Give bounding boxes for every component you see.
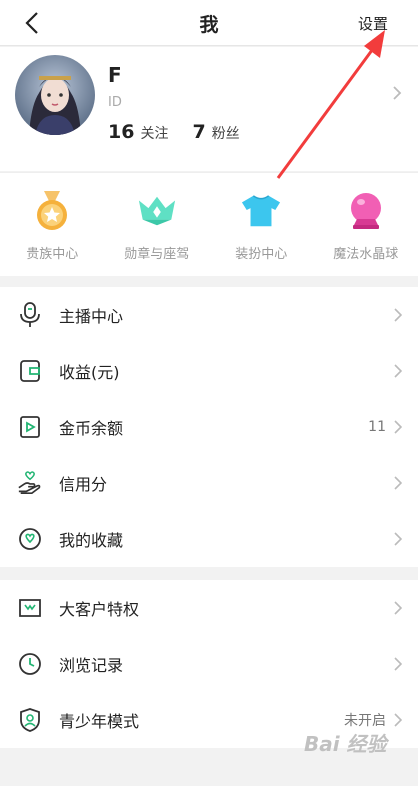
- chevron-right-icon: [394, 476, 402, 490]
- chevron-right-icon: [393, 86, 402, 100]
- following-label[interactable]: 关注: [140, 123, 168, 143]
- chevron-right-icon: [394, 532, 402, 546]
- crown-icon: [137, 191, 177, 231]
- settings-button[interactable]: 设置: [358, 13, 388, 34]
- wallet-icon: [17, 358, 43, 384]
- coin-balance-value: 11: [368, 419, 386, 435]
- redacted-name: [128, 59, 228, 83]
- quick-label: 装扮中心: [235, 247, 288, 262]
- shield-user-icon: [17, 707, 43, 733]
- menu-label: 信用分: [59, 475, 108, 494]
- crystal-ball-icon: [346, 191, 386, 231]
- watermark: Bai 经验: [304, 732, 387, 756]
- menu-label: 主播中心: [59, 307, 124, 326]
- follow-stats: 16 关注 7 粉丝: [108, 121, 264, 143]
- menu-item-history[interactable]: 浏览记录: [0, 636, 418, 692]
- microphone-icon: [17, 302, 43, 328]
- quick-item-noble-center[interactable]: 贵族中心: [0, 173, 105, 276]
- avatar[interactable]: [15, 55, 95, 135]
- heart-circle-icon: [17, 526, 43, 552]
- menu-item-earnings[interactable]: 收益(元): [0, 343, 418, 399]
- menu-item-favorites[interactable]: 我的收藏: [0, 511, 418, 567]
- menu-item-coin-balance[interactable]: 金币余额 11: [0, 399, 418, 455]
- teen-mode-status: 未开启: [344, 713, 386, 729]
- redacted-id: [128, 93, 218, 111]
- clock-icon: [17, 651, 43, 677]
- fans-count[interactable]: 7: [192, 121, 205, 143]
- quick-item-medals-mounts[interactable]: 勋章与座驾: [105, 173, 210, 276]
- page-title: 我: [199, 14, 219, 36]
- hand-heart-icon: [17, 470, 43, 496]
- chevron-right-icon: [394, 601, 402, 615]
- menu-label: 收益(元): [59, 363, 120, 382]
- menu-label: 我的收藏: [59, 531, 124, 550]
- menu-item-vip-privileges[interactable]: 大客户特权: [0, 580, 418, 636]
- user-name: F: [108, 63, 122, 87]
- top-bar: 我 设置: [0, 0, 418, 46]
- following-count[interactable]: 16: [108, 121, 134, 143]
- quick-label: 贵族中心: [26, 247, 79, 262]
- chevron-right-icon: [394, 420, 402, 434]
- menu-label: 浏览记录: [59, 656, 124, 675]
- fans-label[interactable]: 粉丝: [212, 123, 240, 143]
- tshirt-icon: [241, 191, 281, 231]
- menu-label: 大客户特权: [59, 600, 140, 619]
- chevron-right-icon: [394, 713, 402, 727]
- profile-card[interactable]: F ID 16 关注 7 粉丝: [0, 47, 418, 171]
- quick-item-crystal-ball[interactable]: 魔法水晶球: [314, 173, 418, 276]
- chevron-right-icon: [394, 308, 402, 322]
- coin-card-icon: [17, 414, 43, 440]
- user-id: ID: [108, 95, 122, 110]
- chevron-right-icon: [394, 657, 402, 671]
- menu-section-2: 大客户特权 浏览记录 青少年模式 未开启: [0, 580, 418, 748]
- menu-label: 金币余额: [59, 419, 124, 438]
- menu-item-anchor-center[interactable]: 主播中心: [0, 287, 418, 343]
- quick-item-dress-center[interactable]: 装扮中心: [209, 173, 314, 276]
- quick-actions: 贵族中心 勋章与座驾 装扮中心 魔法水晶球: [0, 172, 418, 276]
- menu-label: 青少年模式: [59, 712, 140, 731]
- quick-label: 魔法水晶球: [333, 247, 399, 262]
- chevron-right-icon: [394, 364, 402, 378]
- vip-badge-icon: [17, 595, 43, 621]
- medal-icon: [32, 191, 72, 231]
- menu-section-1: 主播中心 收益(元) 金币余额 11 信用分 我的收藏: [0, 287, 418, 567]
- quick-label: 勋章与座驾: [124, 247, 190, 262]
- menu-item-credit-score[interactable]: 信用分: [0, 455, 418, 511]
